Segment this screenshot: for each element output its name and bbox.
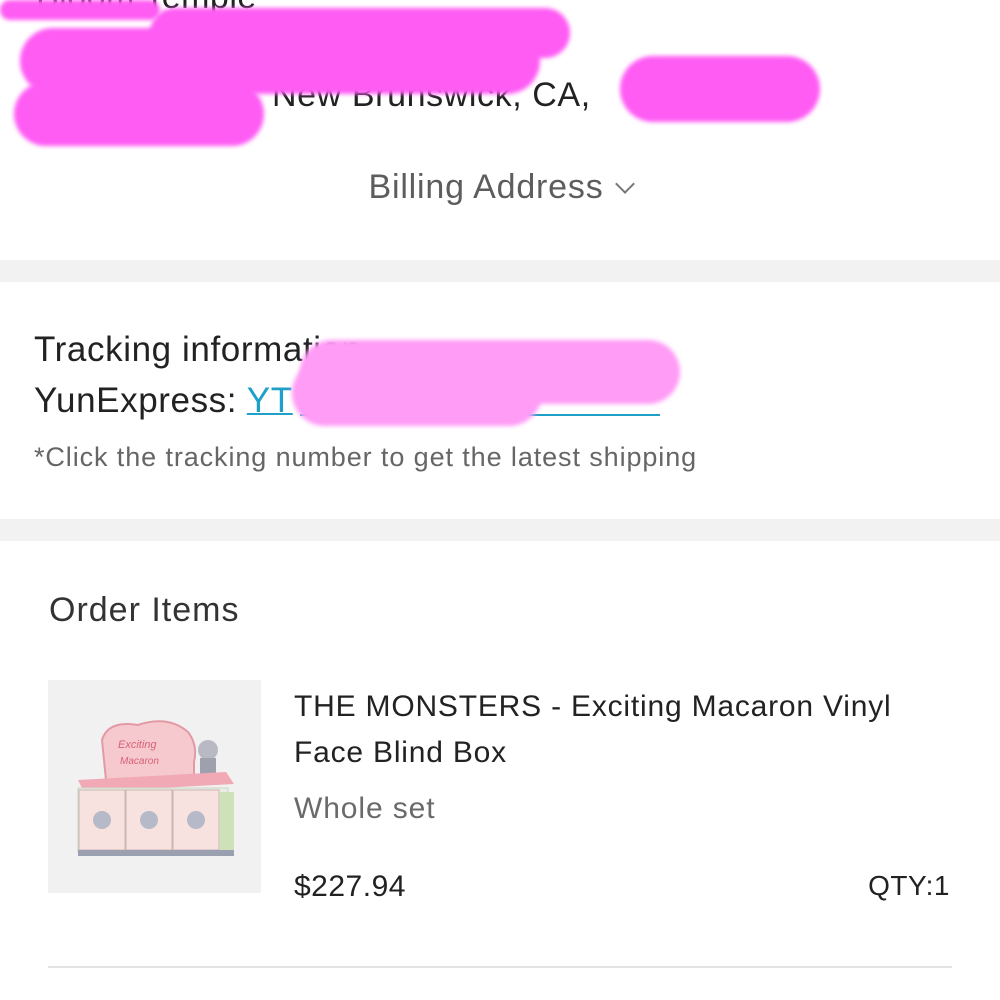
carrier-name: YunExpress:	[34, 381, 247, 420]
order-items-title: Order Items	[49, 591, 240, 629]
billing-address-label: Billing Address	[368, 168, 604, 206]
redaction-mark	[0, 0, 160, 20]
blind-box-illustration: Exciting Macaron	[77, 720, 234, 856]
chevron-down-icon	[614, 173, 635, 194]
redaction-mark	[620, 56, 820, 122]
section-divider	[0, 519, 1000, 541]
item-name[interactable]: THE MONSTERS - Exciting Macaron Vinyl Fa…	[294, 684, 964, 776]
section-divider	[0, 260, 1000, 282]
redaction-mark	[292, 360, 542, 426]
svg-text:Macaron: Macaron	[120, 756, 159, 767]
tracking-note: *Click the tracking number to get the la…	[34, 442, 698, 472]
svg-text:Exciting: Exciting	[118, 739, 157, 751]
tracking-line: YunExpress: YT	[34, 381, 293, 421]
billing-address-toggle[interactable]: Billing Address	[0, 168, 1000, 207]
item-quantity: QTY:1	[868, 870, 950, 901]
tracking-number-link[interactable]: YT	[247, 381, 293, 420]
item-divider	[48, 966, 952, 968]
redaction-mark	[14, 82, 264, 146]
item-price: $227.94	[294, 870, 406, 903]
item-variant: Whole set	[294, 792, 436, 825]
product-image[interactable]: Exciting Macaron	[48, 680, 261, 893]
